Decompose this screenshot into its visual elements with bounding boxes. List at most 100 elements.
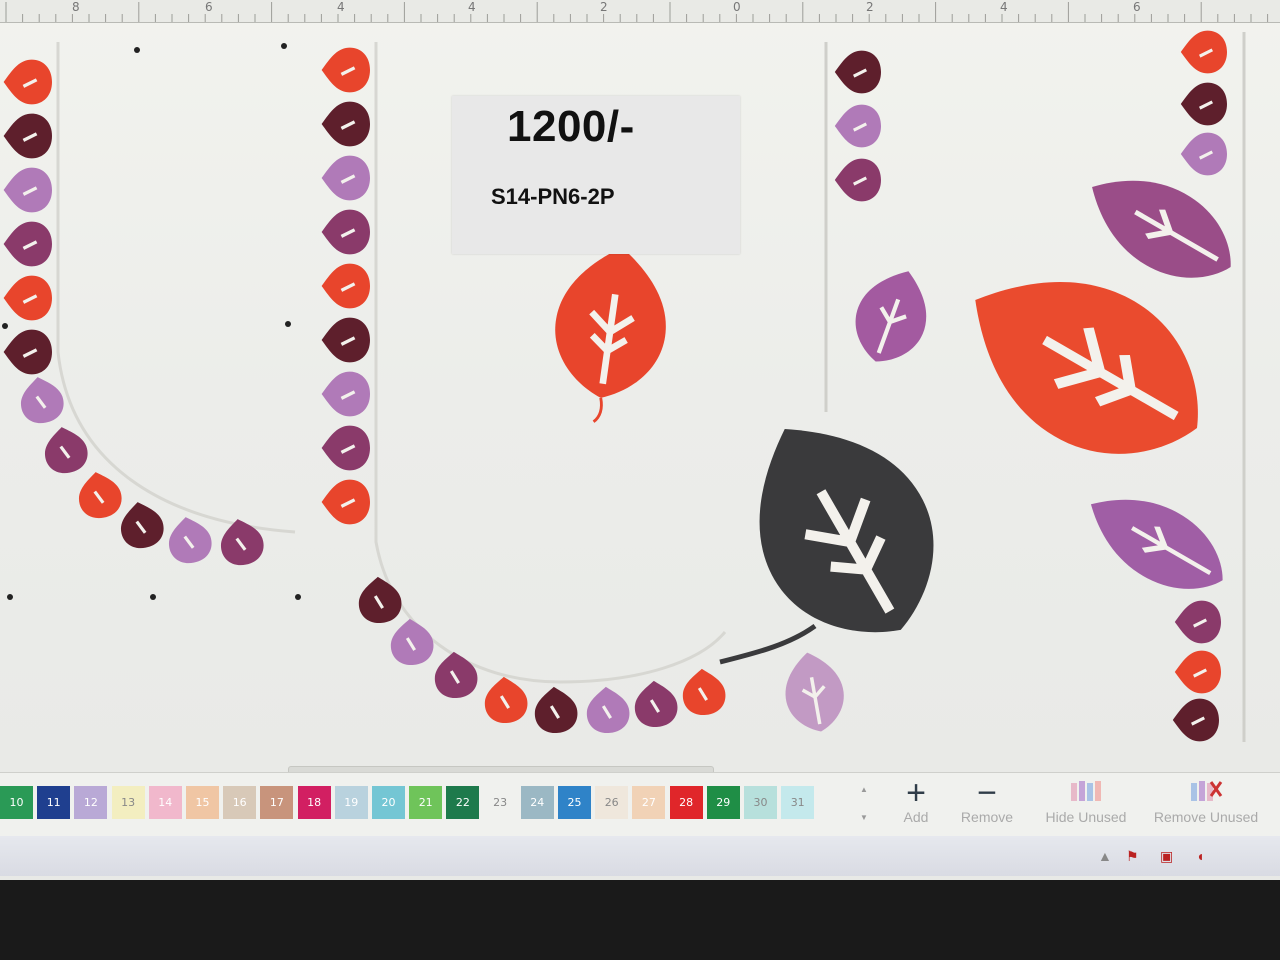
design-canvas[interactable]: 1200/- S14-PN6-2P (0, 22, 1280, 782)
thread-swatch[interactable]: 31 (781, 786, 815, 819)
thread-swatch[interactable]: 29 (706, 786, 740, 819)
border-petal (321, 317, 370, 363)
remove-unused-label: Remove Unused (1153, 809, 1259, 825)
palette-scroll-up-icon[interactable]: ▲ (860, 785, 868, 794)
ruler-number: 6 (1133, 0, 1141, 14)
thread-swatch[interactable]: 30 (744, 786, 777, 819)
ruler-ticks (5, 2, 1269, 22)
border-petal (3, 59, 53, 105)
neckline-curve-left (56, 42, 296, 534)
leaf-center-orange (546, 239, 677, 423)
thread-swatch[interactable]: 12 (74, 786, 108, 819)
border-petal (321, 101, 370, 147)
thread-swatch[interactable]: 21 (409, 786, 443, 819)
border-petal (632, 679, 680, 729)
hide-unused-label: Hide Unused (1045, 809, 1127, 825)
plus-icon: + (906, 774, 926, 812)
remove-button[interactable]: − Remove (952, 774, 1022, 825)
leaf-purple-lower-right (1072, 473, 1241, 612)
border-petal (3, 221, 53, 267)
thread-swatch[interactable]: 19 (334, 786, 368, 819)
border-petal (321, 47, 370, 93)
leaf-lilac-bottom (778, 647, 850, 737)
thread-swatch[interactable]: 18 (297, 786, 331, 819)
thread-swatch[interactable]: 22 (446, 786, 480, 819)
price-label: 1200/- (507, 102, 635, 151)
border-petal (321, 155, 370, 201)
thread-swatch[interactable]: 23 (483, 786, 517, 819)
thread-swatch[interactable]: 16 (223, 786, 257, 819)
ruler-number: 2 (600, 0, 608, 14)
border-petal (532, 685, 580, 735)
thread-swatch[interactable]: 27 (632, 786, 666, 819)
border-petal (116, 498, 167, 552)
border-petal (432, 650, 480, 700)
thread-swatch[interactable]: 13 (111, 786, 145, 819)
tray-arrow-icon[interactable]: ▲ (1098, 848, 1112, 864)
thread-swatch[interactable]: 14 (148, 786, 182, 819)
border-petal (356, 575, 404, 625)
border-petal (834, 158, 881, 202)
leaf-purple-upper-right (1071, 151, 1251, 303)
border-petal (3, 275, 53, 321)
border-petal (321, 263, 370, 309)
border-petal (1180, 132, 1227, 176)
hide-unused-icon (1036, 777, 1136, 809)
border-petal (3, 329, 53, 375)
border-petal (482, 675, 530, 725)
border-petal (3, 167, 53, 213)
border-petal (321, 371, 370, 417)
border-petal (321, 425, 370, 471)
border-petal (1172, 698, 1219, 742)
ruler-number: 4 (337, 0, 345, 14)
thread-swatch[interactable]: 11 (37, 786, 71, 819)
border-petal (164, 513, 215, 567)
network-tray-icon[interactable]: ▣ (1160, 848, 1173, 865)
windows-taskbar: ▲ ⚑ ▣ ◖ (0, 836, 1280, 876)
ruler-number: 4 (1000, 0, 1008, 14)
add-button[interactable]: + Add (896, 774, 936, 825)
price-label-card: 1200/- S14-PN6-2P (452, 96, 740, 254)
thread-palette-bar: 10 11 12 13 14 15 16 17 18 19 20 21 22 23 24 25 26 27 28 29… (0, 772, 1280, 837)
border-petal (16, 373, 67, 427)
ruler-number: 8 (72, 0, 80, 14)
thread-swatch[interactable]: 28 (669, 786, 703, 819)
border-petal (1174, 600, 1221, 644)
thread-swatch[interactable]: 26 (595, 786, 629, 819)
leaf-dark-charcoal (711, 386, 974, 673)
ruler-number: 4 (468, 0, 476, 14)
embroidery-software-window: 8 6 4 4 2 0 2 4 6 1200/- S14-PN6-2P 10 1… (0, 0, 1280, 880)
palette-scroll-down-icon[interactable]: ▼ (860, 813, 868, 822)
flag-tray-icon[interactable]: ⚑ (1126, 848, 1139, 865)
volume-tray-icon[interactable]: ◖ (1196, 848, 1204, 864)
dark-leaf-stem (719, 623, 817, 665)
border-petal (74, 468, 125, 522)
minus-icon: − (977, 774, 997, 812)
design-code-label: S14-PN6-2P (491, 184, 615, 209)
thread-swatch[interactable]: 15 (186, 786, 219, 819)
remove-label: Remove (960, 809, 1014, 825)
thread-swatch[interactable]: 24 (520, 786, 554, 819)
add-label: Add (903, 809, 929, 825)
border-petal (680, 667, 728, 717)
remove-unused-icon (1144, 777, 1268, 809)
border-petal (1174, 650, 1221, 694)
border-petal (388, 617, 436, 667)
thread-swatch[interactable]: 17 (260, 786, 294, 819)
thread-swatch[interactable]: 20 (372, 786, 405, 819)
ruler-number: 0 (733, 0, 741, 14)
border-petal (1180, 82, 1227, 126)
thread-swatch[interactable]: 10 (0, 786, 33, 819)
border-petal (584, 685, 632, 735)
ruler-number: 2 (866, 0, 874, 14)
border-petal (321, 209, 370, 255)
thread-swatch[interactable]: 25 (558, 786, 591, 819)
border-petal (834, 104, 881, 148)
border-petal (834, 50, 881, 94)
remove-unused-button[interactable]: Remove Unused (1144, 777, 1268, 825)
border-petal (3, 113, 53, 159)
top-ruler: 8 6 4 4 2 0 2 4 6 (0, 0, 1280, 23)
border-petal (216, 515, 267, 569)
hide-unused-button[interactable]: Hide Unused (1036, 777, 1136, 825)
border-petal (1180, 30, 1227, 74)
